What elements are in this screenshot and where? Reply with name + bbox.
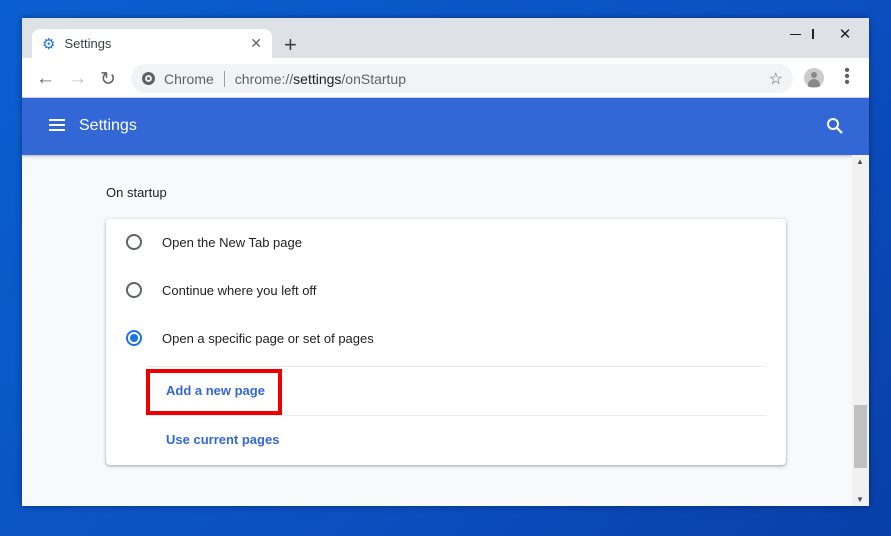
radio-open-new-tab[interactable]: Open the New Tab page xyxy=(126,234,302,250)
divider xyxy=(223,70,225,87)
forward-button[interactable]: → xyxy=(68,68,87,90)
radio-button[interactable] xyxy=(126,234,142,250)
gear-icon: ⚙ xyxy=(42,35,56,53)
settings-header: Settings xyxy=(22,98,869,155)
menu-dots-icon[interactable]: • • • xyxy=(844,63,850,91)
scrollbar[interactable]: ▲ ▼ xyxy=(852,155,869,506)
new-tab-button[interactable]: + xyxy=(284,32,297,58)
url-text: chrome://settings/onStartup xyxy=(234,70,407,87)
browser-window: ⚙ Settings ✕ + ✕ ← → ↻ Chrome chrome://s… xyxy=(22,18,869,506)
chrome-icon xyxy=(142,72,155,85)
tab-title: Settings xyxy=(64,36,112,51)
tab-settings[interactable]: ⚙ Settings ✕ xyxy=(32,29,272,58)
section-title: On startup xyxy=(106,185,167,200)
radio-button[interactable] xyxy=(126,282,142,298)
scroll-down-arrow-icon[interactable]: ▼ xyxy=(856,495,864,504)
option-label: Open a specific page or set of pages xyxy=(162,330,374,346)
scrollbar-thumb[interactable] xyxy=(854,405,867,468)
settings-content: On startup Open the New Tab page Continu… xyxy=(22,155,852,506)
startup-card: Open the New Tab page Continue where you… xyxy=(106,219,786,465)
divider xyxy=(146,366,766,367)
page-title: Settings xyxy=(79,117,137,134)
maximize-icon xyxy=(784,24,814,44)
divider xyxy=(146,415,766,416)
highlight-box xyxy=(146,369,282,415)
back-button[interactable]: ← xyxy=(36,68,55,90)
tab-strip: ⚙ Settings ✕ + ✕ xyxy=(22,18,869,58)
search-icon[interactable] xyxy=(826,117,844,135)
profile-avatar[interactable] xyxy=(804,68,824,88)
close-window-button[interactable]: ✕ xyxy=(830,24,860,44)
origin-label: Chrome xyxy=(164,70,214,87)
bookmark-star-icon[interactable]: ☆ xyxy=(769,69,783,89)
scroll-up-arrow-icon[interactable]: ▲ xyxy=(856,157,864,166)
toolbar: ← → ↻ Chrome chrome://settings/onStartup… xyxy=(22,58,869,98)
use-current-pages-link[interactable]: Use current pages xyxy=(166,432,279,447)
close-tab-icon[interactable]: ✕ xyxy=(250,35,262,52)
radio-specific-pages[interactable]: Open a specific page or set of pages xyxy=(126,330,374,346)
radio-continue[interactable]: Continue where you left off xyxy=(126,282,316,298)
reload-button[interactable]: ↻ xyxy=(100,68,116,91)
hamburger-menu-icon[interactable] xyxy=(49,119,65,131)
radio-button-selected[interactable] xyxy=(126,330,142,346)
address-bar[interactable]: Chrome chrome://settings/onStartup ☆ xyxy=(131,64,793,93)
option-label: Continue where you left off xyxy=(162,282,317,298)
option-label: Open the New Tab page xyxy=(162,234,302,250)
